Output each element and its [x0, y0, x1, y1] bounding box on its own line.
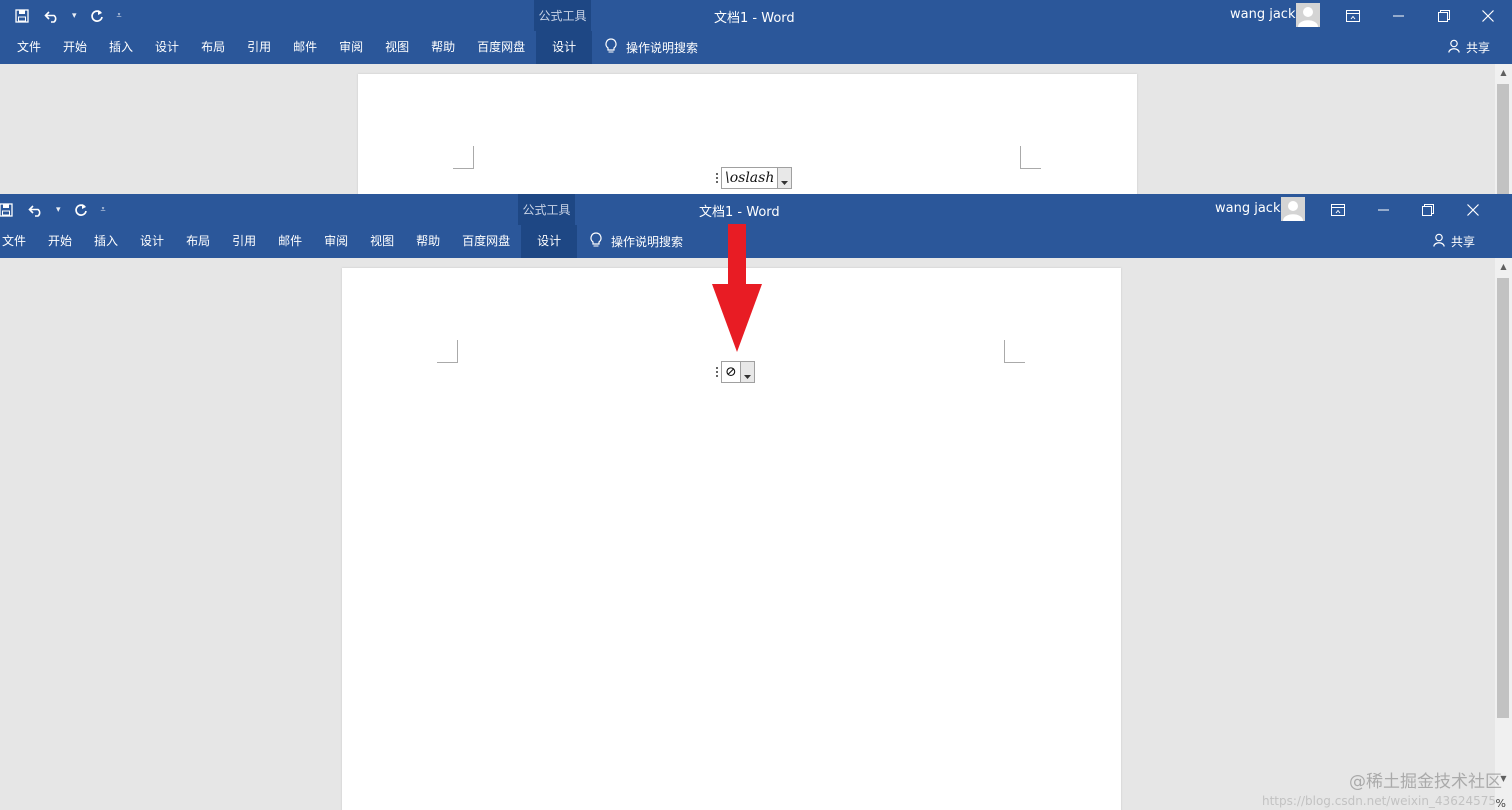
lightbulb-icon: [604, 38, 618, 57]
tell-me-search[interactable]: 操作说明搜索: [589, 225, 683, 258]
tab-baidu-netdisk[interactable]: 百度网盘: [466, 31, 536, 64]
watermark-text: @稀土掘金技术社区: [1349, 772, 1502, 792]
arrow-shaft: [728, 224, 746, 288]
equation-move-handle[interactable]: [713, 361, 721, 383]
crop-mark-left: [437, 340, 458, 363]
tab-references[interactable]: 引用: [221, 225, 267, 258]
tab-layout[interactable]: 布局: [190, 31, 236, 64]
ribbon-tabs: 文件 开始 插入 设计 布局 引用 邮件 审阅 视图 帮助 百度网盘 设计: [0, 225, 578, 258]
tab-mailings[interactable]: 邮件: [267, 225, 313, 258]
customize-qat-icon[interactable]: ⩡: [101, 205, 106, 215]
document-title: 文档1 - Word: [699, 205, 780, 220]
tab-insert[interactable]: 插入: [98, 31, 144, 64]
tab-help[interactable]: 帮助: [420, 31, 466, 64]
tell-me-label: 操作说明搜索: [611, 235, 684, 249]
tab-equation-design[interactable]: 设计: [536, 31, 593, 64]
quick-access-toolbar: ▾ ⩡: [12, 0, 122, 31]
share-label: 共享: [1451, 235, 1476, 249]
crop-mark-right: [1020, 146, 1041, 169]
equation-content[interactable]: ⊘: [721, 361, 741, 383]
tab-view[interactable]: 视图: [359, 225, 405, 258]
scroll-up-icon[interactable]: ▲: [1495, 64, 1512, 81]
restore-icon[interactable]: [1422, 0, 1466, 31]
scroll-up-icon[interactable]: ▲: [1495, 258, 1512, 275]
crop-mark-left: [453, 146, 474, 169]
ribbon-tab-bar: 文件 开始 插入 设计 布局 引用 邮件 审阅 视图 帮助 百度网盘 设计 操作…: [0, 31, 1512, 64]
close-icon[interactable]: [1451, 194, 1495, 225]
ribbon-display-options-icon[interactable]: [1331, 0, 1375, 31]
tab-review[interactable]: 审阅: [328, 31, 374, 64]
quick-access-toolbar: ▾ ⩡: [0, 194, 106, 225]
tell-me-search[interactable]: 操作说明搜索: [604, 31, 698, 64]
minimize-icon[interactable]: [1377, 0, 1421, 31]
tab-equation-design[interactable]: 设计: [521, 225, 578, 258]
share-button[interactable]: 共享: [1433, 225, 1475, 258]
tab-view[interactable]: 视图: [374, 31, 420, 64]
undo-icon[interactable]: [26, 200, 46, 220]
context-tab-label: 公式工具: [522, 203, 571, 217]
ribbon-display-options-icon[interactable]: [1316, 194, 1360, 225]
word-window-before: ▾ ⩡ 公式工具 文档1 - Word wang jack 文件 开始 插入 设…: [0, 0, 1512, 194]
tell-me-label: 操作说明搜索: [626, 41, 699, 55]
scrollbar-thumb[interactable]: [1497, 278, 1509, 718]
share-person-icon: [1433, 233, 1447, 250]
title-bar: ▾ ⩡ 公式工具 文档1 - Word wang jack: [0, 194, 1512, 258]
user-avatar-icon[interactable]: [1296, 3, 1320, 27]
undo-icon[interactable]: [42, 6, 62, 26]
tab-home[interactable]: 开始: [37, 225, 83, 258]
tab-design[interactable]: 设计: [144, 31, 190, 64]
tab-file[interactable]: 文件: [0, 225, 37, 258]
watermark-url: https://blog.csdn.net/weixin_43624575: [1261, 794, 1496, 808]
context-tab-label: 公式工具: [538, 9, 587, 23]
save-icon[interactable]: [12, 6, 32, 26]
tab-mailings[interactable]: 邮件: [282, 31, 328, 64]
restore-icon[interactable]: [1406, 194, 1450, 225]
zoom-indicator: %: [1495, 797, 1506, 810]
share-label: 共享: [1466, 41, 1491, 55]
user-name[interactable]: wang jack: [1215, 201, 1280, 216]
tab-design[interactable]: 设计: [129, 225, 175, 258]
redo-icon[interactable]: [87, 6, 107, 26]
tab-file[interactable]: 文件: [6, 31, 52, 64]
tab-home[interactable]: 开始: [52, 31, 98, 64]
equation-object[interactable]: ⊘: [713, 361, 755, 383]
undo-dropdown-icon[interactable]: ▾: [72, 11, 77, 21]
vertical-scrollbar[interactable]: ▲ ▼: [1495, 258, 1512, 810]
vertical-scrollbar[interactable]: ▲: [1495, 64, 1512, 194]
document-title: 文档1 - Word: [714, 11, 795, 26]
equation-content[interactable]: \oslash: [721, 167, 779, 189]
scrollbar-thumb[interactable]: [1497, 84, 1509, 194]
user-name[interactable]: wang jack: [1230, 7, 1295, 22]
tab-references[interactable]: 引用: [236, 31, 282, 64]
tab-layout[interactable]: 布局: [175, 225, 221, 258]
tab-baidu-netdisk[interactable]: 百度网盘: [451, 225, 521, 258]
tab-insert[interactable]: 插入: [83, 225, 129, 258]
tab-help[interactable]: 帮助: [405, 225, 451, 258]
undo-dropdown-icon[interactable]: ▾: [56, 205, 61, 215]
equation-options-dropdown[interactable]: [778, 167, 793, 189]
share-button[interactable]: 共享: [1448, 31, 1490, 64]
user-avatar-icon[interactable]: [1281, 197, 1305, 221]
minimize-icon[interactable]: [1362, 194, 1406, 225]
annotation-arrow-icon: [712, 224, 762, 352]
equation-object[interactable]: \oslash: [713, 167, 793, 189]
tab-review[interactable]: 审阅: [313, 225, 359, 258]
ribbon-tabs: 文件 开始 插入 设计 布局 引用 邮件 审阅 视图 帮助 百度网盘 设计: [6, 31, 593, 64]
share-person-icon: [1448, 39, 1462, 56]
equation-options-dropdown[interactable]: [740, 361, 755, 383]
equation-move-handle[interactable]: [713, 167, 721, 189]
crop-mark-right: [1004, 340, 1025, 363]
title-bar: ▾ ⩡ 公式工具 文档1 - Word wang jack: [0, 0, 1512, 64]
arrow-head: [712, 284, 762, 352]
redo-icon[interactable]: [71, 200, 91, 220]
close-icon[interactable]: [1466, 0, 1510, 31]
customize-qat-icon[interactable]: ⩡: [117, 11, 122, 21]
save-icon[interactable]: [0, 200, 16, 220]
lightbulb-icon: [589, 232, 603, 251]
